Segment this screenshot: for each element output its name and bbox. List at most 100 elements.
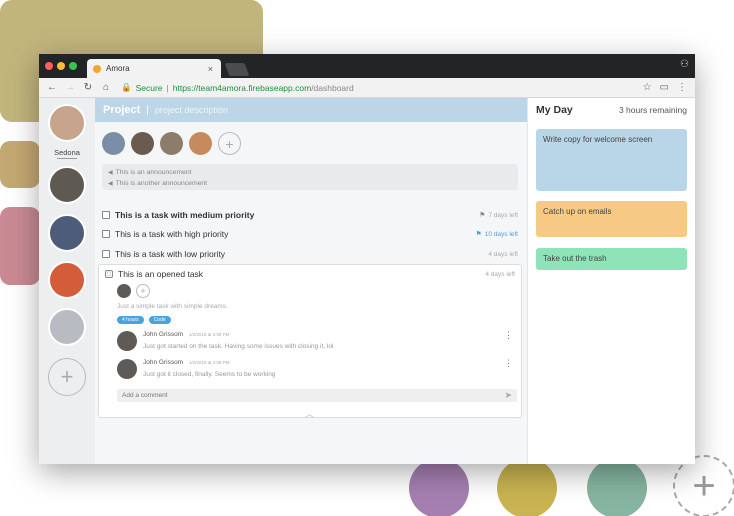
url-path: /dashboard [311,82,354,93]
address-bar[interactable]: 🔒 Secure | https://team4amora.firebaseap… [121,82,354,93]
flag-icon: ⚑ [475,231,482,238]
time-remaining: 3 hours remaining [618,105,687,115]
tag-badge[interactable]: Code [148,316,171,324]
chevron-up-icon[interactable]: ︿ [305,407,314,420]
forward-icon[interactable]: → [63,82,77,93]
task-description[interactable]: Just a simple task with simple dreams. [117,303,228,310]
browser-window: Amora × ⚇ ← → ↻ ⌂ 🔒 Secure | https://tea… [39,54,695,464]
member-avatar[interactable] [189,132,212,155]
comment: John Grissom 1/2/2018 at 2:08 PM Just go… [117,357,517,381]
close-window-button[interactable] [45,62,53,70]
comment-date: 1/2/2018 at 2:08 PM [188,332,230,337]
decor-card-brown [0,141,40,188]
task-name: This is a task with low priority [115,249,226,259]
opened-task-name[interactable]: This is an opened task [118,269,203,279]
task-name: This is a task with high priority [115,229,229,239]
avatar-label: Sedona [54,148,80,157]
task-row[interactable]: This is a task with low priority 4 days … [102,247,518,261]
task-due: 4 days left [485,270,515,278]
add-assignee-button[interactable]: + [136,284,150,298]
add-swatch-button[interactable]: + [673,455,734,516]
project-title: Project [103,104,141,116]
megaphone-icon: ◀ [108,181,113,187]
megaphone-icon: ◀ [108,170,113,176]
task-checkbox[interactable] [102,250,110,258]
avatar-project-3[interactable] [48,261,86,299]
user-rail: Sedona + [39,98,95,464]
favicon-icon [93,64,101,73]
color-swatch-purple[interactable] [409,458,469,516]
comment-menu-icon[interactable]: ⋮ [504,331,513,340]
tag-list: 4 hours Code [117,316,171,324]
avatar-project-4[interactable] [48,308,86,346]
minimize-window-button[interactable] [57,62,65,70]
assignee-list: + [117,284,150,298]
comment-author: John Grissom [143,331,184,338]
new-tab-button[interactable] [224,63,250,76]
project-panel: Project | project description + ◀ This i… [95,98,527,464]
add-project-button[interactable]: + [48,358,86,396]
member-avatar[interactable] [102,132,125,155]
comment-menu-icon[interactable]: ⋮ [504,359,513,368]
task-name: This is a task with medium priority [115,210,255,220]
comment-text: Just got started on the task. Having som… [143,343,334,350]
avatar-project-1[interactable] [48,166,86,204]
browser-toolbar: ← → ↻ ⌂ 🔒 Secure | https://team4amora.fi… [39,78,695,98]
task-checkbox[interactable] [102,230,110,238]
member-list: + [102,132,241,155]
comment-date: 1/2/2018 at 2:08 PM [188,360,230,365]
task-row[interactable]: This is a task with medium priority ⚑ 7 … [102,208,518,222]
maximize-window-button[interactable] [69,62,77,70]
url-host: https://team4amora.firebaseapp.com [172,82,312,93]
comment: John Grissom 1/2/2018 at 2:08 PM Just go… [117,329,517,353]
day-card[interactable]: Catch up on emails [536,201,687,237]
comment-author: John Grissom [143,359,184,366]
home-icon[interactable]: ⌂ [99,82,113,93]
avatar [117,331,137,351]
color-swatch-green[interactable] [587,458,647,516]
back-icon[interactable]: ← [45,82,59,93]
opened-task-card: ▢ This is an opened task 4 days left + J… [98,264,522,420]
reload-icon[interactable]: ↻ [81,82,95,93]
bookmark-star-icon[interactable]: ☆ [643,82,652,93]
active-underline [57,158,77,159]
member-avatar[interactable] [131,132,154,155]
assignee-avatar[interactable] [117,284,131,298]
project-separator: | [146,104,149,116]
task-due: ⚑ 7 days left [479,211,518,220]
menu-icon[interactable]: ⋮ [677,82,687,93]
incognito-icon: ⚇ [680,59,689,70]
send-icon[interactable]: ➤ [504,390,512,401]
avatar-project-2[interactable] [48,214,86,252]
flag-icon: ⚑ [479,212,486,219]
project-header: Project | project description [95,98,527,122]
announcement-box: ◀ This is an announcement ◀ This is anot… [102,164,518,190]
task-row[interactable]: This is a task with high priority ⚑ 10 d… [102,227,518,241]
task-checkbox[interactable] [102,211,110,219]
tab-close-icon[interactable]: × [208,64,213,74]
task-due: 4 days left [488,250,518,258]
secure-label: Secure [135,82,163,93]
announcement: ◀ This is another announcement [108,180,208,187]
member-avatar[interactable] [160,132,183,155]
browser-tab[interactable]: Amora × [87,59,221,78]
announcement: ◀ This is an announcement [108,169,192,176]
add-member-button[interactable]: + [218,132,241,155]
tag-badge[interactable]: 4 hours [117,316,144,324]
day-card[interactable]: Write copy for welcome screen [536,129,687,191]
add-comment-input[interactable]: Add a comment ➤ [117,389,517,402]
task-due: ⚑ 10 days left [475,230,518,239]
my-day-title: My Day [536,104,573,116]
comment-text: Just got it closed, finally. Seems to be… [143,371,276,378]
cast-icon[interactable]: ▭ [660,82,669,93]
avatar-sedona[interactable] [48,104,86,142]
title-bar: Amora × ⚇ [39,54,695,78]
day-card[interactable]: Take out the trash [536,248,687,270]
tab-title: Amora [106,64,130,73]
lock-icon: 🔒 [121,82,132,92]
collapse-task-icon[interactable]: ▢ [105,270,113,278]
my-day-panel: My Day 3 hours remaining Write copy for … [527,98,695,464]
decor-card-pink [0,207,40,285]
project-description[interactable]: project description [155,105,228,115]
color-swatch-yellow[interactable] [497,458,557,516]
